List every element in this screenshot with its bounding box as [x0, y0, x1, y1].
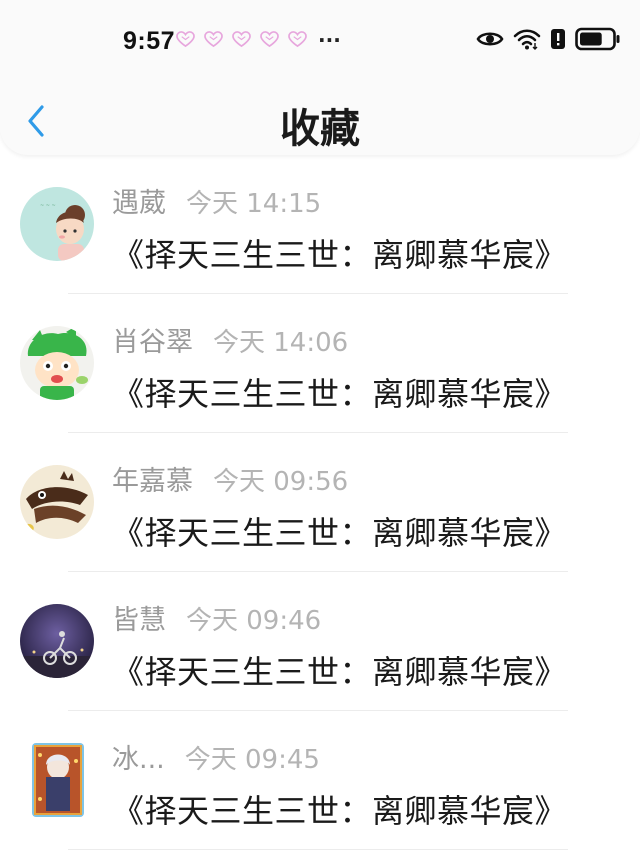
- item-meta: 遇葳 今天 14:15: [112, 181, 321, 220]
- heart-notification-icon: [260, 31, 279, 48]
- green-cartoon-avatar-image: [20, 326, 94, 400]
- status-bar: 9:57 ···: [0, 0, 640, 84]
- more-notifications-indicator: ···: [318, 28, 341, 52]
- night-rider-avatar-image: [20, 604, 94, 678]
- svg-text:~ ~ ~: ~ ~ ~: [40, 203, 56, 209]
- notification-icons: [176, 31, 307, 48]
- book-title[interactable]: 《择天三生三世：离卿慕华宸》: [112, 369, 567, 415]
- wifi-icon: [513, 29, 541, 50]
- favorites-list: ~ ~ ~ 遇葳 今天 14:15 《择天三生三世：离卿慕华宸》 肖谷翠 今天 …: [0, 155, 640, 850]
- system-icons: [476, 27, 621, 51]
- avatar[interactable]: [20, 326, 94, 400]
- list-item[interactable]: 年嘉慕 今天 09:56 《择天三生三世：离卿慕华宸》: [0, 433, 640, 572]
- user-name: 肖谷翠: [112, 327, 193, 358]
- avatar[interactable]: [20, 465, 94, 539]
- item-time: 今天 09:56: [213, 467, 349, 497]
- list-item[interactable]: 皆慧 今天 09:46 《择天三生三世：离卿慕华宸》: [0, 572, 640, 711]
- avatar[interactable]: [20, 604, 94, 678]
- status-time: 9:57: [123, 27, 176, 55]
- avatar[interactable]: [32, 743, 84, 817]
- list-item[interactable]: ~ ~ ~ 遇葳 今天 14:15 《择天三生三世：离卿慕华宸》: [0, 155, 640, 294]
- anime-character-avatar-image: [32, 743, 84, 817]
- heart-notification-icon: [176, 31, 195, 48]
- list-item[interactable]: 冰... 今天 09:45 《择天三生三世：离卿慕华宸》: [0, 711, 640, 850]
- item-time: 今天 14:15: [186, 189, 322, 219]
- user-name: 冰...: [112, 744, 165, 775]
- eye-icon: [476, 32, 504, 46]
- item-time: 今天 09:45: [184, 745, 320, 775]
- chocolate-bird-avatar-image: [20, 465, 94, 539]
- divider: [68, 849, 568, 850]
- heart-notification-icon: [288, 31, 307, 48]
- item-time: 今天 09:46: [186, 606, 322, 636]
- top-header: 9:57 ··· 收藏: [0, 0, 640, 155]
- battery-icon: [575, 27, 620, 51]
- girl-cartoon-avatar-image: ~ ~ ~: [20, 187, 94, 261]
- battery-fill: [580, 32, 602, 46]
- item-meta: 年嘉慕 今天 09:56: [112, 459, 348, 498]
- book-title[interactable]: 《择天三生三世：离卿慕华宸》: [112, 508, 567, 554]
- user-name: 年嘉慕: [112, 466, 193, 497]
- alert-icon: [551, 29, 565, 49]
- page-title: 收藏: [280, 106, 360, 152]
- heart-notification-icon: [204, 31, 223, 48]
- heart-notification-icon: [232, 31, 251, 48]
- book-title[interactable]: 《择天三生三世：离卿慕华宸》: [112, 647, 567, 693]
- item-meta: 皆慧 今天 09:46: [112, 598, 321, 637]
- user-name: 遇葳: [112, 188, 166, 219]
- item-meta: 肖谷翠 今天 14:06: [112, 320, 348, 359]
- list-item[interactable]: 肖谷翠 今天 14:06 《择天三生三世：离卿慕华宸》: [0, 294, 640, 433]
- item-time: 今天 14:06: [213, 328, 349, 358]
- book-title[interactable]: 《择天三生三世：离卿慕华宸》: [112, 230, 567, 276]
- item-meta: 冰... 今天 09:45: [112, 737, 320, 776]
- avatar[interactable]: ~ ~ ~: [20, 187, 94, 261]
- user-name: 皆慧: [112, 605, 166, 636]
- book-title[interactable]: 《择天三生三世：离卿慕华宸》: [112, 786, 567, 832]
